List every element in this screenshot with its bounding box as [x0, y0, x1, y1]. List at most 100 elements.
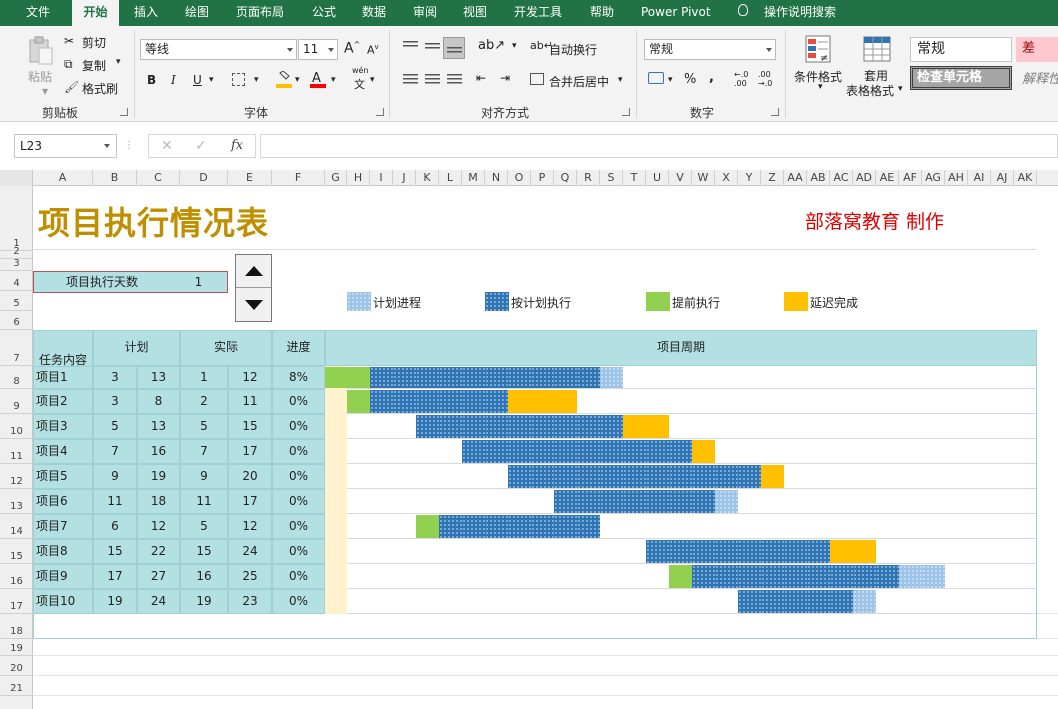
row-header[interactable]: 13	[0, 489, 33, 514]
column-header[interactable]: D	[180, 170, 228, 186]
tell-me-search[interactable]: 操作说明搜索	[764, 0, 836, 26]
orientation-dropdown-icon[interactable]: ▾	[512, 41, 517, 51]
days-value[interactable]: 1	[170, 271, 228, 293]
column-header[interactable]: AI	[968, 170, 991, 186]
row-header[interactable]: 5	[0, 291, 33, 311]
italic-button[interactable]: I	[171, 73, 176, 87]
worksheet-grid[interactable]: A B C D E F G H I J K L M N O P Q R S T U V W X Y Z AA AB AC AD AE AF AG…	[0, 170, 1058, 709]
row-header[interactable]: 19	[0, 639, 33, 656]
column-header[interactable]: AG	[922, 170, 945, 186]
row-header[interactable]: 9	[0, 389, 33, 414]
style-explanatory[interactable]: 解释性	[1022, 68, 1058, 87]
wrap-text-button[interactable]: 自动换行	[549, 41, 597, 58]
insert-function-button[interactable]: fx	[231, 138, 243, 153]
column-header[interactable]: M	[462, 170, 485, 186]
row-header[interactable]: 8	[0, 366, 33, 389]
currency-icon[interactable]	[648, 72, 664, 84]
merge-center-button[interactable]: 合并后居中	[549, 73, 609, 90]
phonetic-dropdown-icon[interactable]: ▾	[370, 75, 375, 85]
column-header[interactable]: X	[715, 170, 738, 186]
column-header[interactable]: H	[347, 170, 370, 186]
currency-dropdown-icon[interactable]: ▾	[668, 75, 673, 85]
decrease-decimal-button[interactable]: .00 →.0	[758, 70, 778, 88]
confirm-formula-icon[interactable]: ✓	[195, 138, 207, 154]
column-header[interactable]: I	[370, 170, 393, 186]
border-icon[interactable]	[232, 73, 245, 86]
tab-view[interactable]: 视图	[463, 0, 487, 26]
paste-label[interactable]: 粘贴	[28, 68, 52, 85]
format-painter-icon[interactable]: 🖌	[64, 80, 79, 94]
column-header[interactable]: L	[439, 170, 462, 186]
increase-decimal-button[interactable]: ←.0 .00	[734, 70, 754, 88]
row-header[interactable]: 14	[0, 514, 33, 539]
column-header[interactable]: N	[485, 170, 508, 186]
align-top-icon[interactable]	[403, 41, 418, 49]
align-left-icon[interactable]	[403, 74, 418, 86]
row-header[interactable]: 17	[0, 589, 33, 614]
grow-font-button[interactable]: A^	[344, 40, 360, 57]
percent-button[interactable]: %	[684, 72, 696, 87]
column-header[interactable]: T	[623, 170, 646, 186]
underline-button[interactable]: U	[193, 73, 202, 87]
column-header[interactable]: AC	[830, 170, 853, 186]
table-format-dropdown-icon[interactable]: ▾	[898, 84, 903, 94]
column-header[interactable]: V	[669, 170, 692, 186]
row-header[interactable]: 10	[0, 414, 33, 439]
row-header[interactable]: 12	[0, 464, 33, 489]
column-header[interactable]: K	[416, 170, 439, 186]
column-header[interactable]: E	[228, 170, 272, 186]
copy-icon[interactable]: ⧉	[64, 57, 73, 72]
orientation-icon[interactable]: ab↗	[478, 38, 505, 53]
column-header[interactable]: AB	[807, 170, 830, 186]
merge-dropdown-icon[interactable]: ▾	[618, 75, 623, 85]
tab-help[interactable]: 帮助	[590, 0, 614, 26]
conditional-format-dropdown-icon[interactable]: ▾	[818, 82, 823, 92]
border-dropdown-icon[interactable]: ▾	[254, 75, 259, 85]
tab-insert[interactable]: 插入	[134, 0, 158, 26]
font-size-select[interactable]: 11	[298, 39, 338, 60]
column-header[interactable]: A	[33, 170, 93, 186]
align-middle-icon[interactable]	[425, 43, 440, 51]
column-header[interactable]: B	[93, 170, 137, 186]
paste-icon[interactable]	[26, 36, 54, 66]
font-launcher-icon[interactable]	[376, 108, 384, 116]
align-center-icon[interactable]	[425, 74, 440, 86]
copy-dropdown-icon[interactable]: ▾	[116, 57, 121, 67]
column-header[interactable]: Y	[738, 170, 761, 186]
row-header[interactable]: 7	[0, 330, 33, 366]
column-header[interactable]: F	[272, 170, 325, 186]
merge-center-icon[interactable]	[530, 73, 544, 85]
tab-page-layout[interactable]: 页面布局	[236, 0, 284, 26]
align-right-icon[interactable]	[447, 74, 462, 86]
row-header[interactable]: 18	[0, 614, 33, 639]
align-bottom-button[interactable]	[443, 37, 465, 59]
tab-file[interactable]: 文件	[26, 0, 50, 26]
row-header[interactable]: 15	[0, 539, 33, 564]
tab-home[interactable]: 开始	[72, 0, 119, 26]
table-format-label-2[interactable]: 表格格式	[846, 82, 894, 99]
underline-dropdown-icon[interactable]: ▾	[209, 75, 214, 85]
select-all-corner[interactable]	[0, 170, 33, 186]
row-header[interactable]: 3	[0, 258, 33, 271]
comma-button[interactable]: ,	[709, 70, 714, 85]
row-header[interactable]: 11	[0, 439, 33, 464]
column-header[interactable]: AF	[899, 170, 922, 186]
phonetic-char[interactable]: 文	[354, 76, 365, 92]
tab-review[interactable]: 审阅	[413, 0, 437, 26]
column-header[interactable]: S	[600, 170, 623, 186]
table-format-icon[interactable]	[862, 34, 892, 66]
column-header[interactable]: AH	[945, 170, 968, 186]
cut-button[interactable]: 剪切	[82, 34, 106, 51]
style-bad[interactable]: 差	[1016, 37, 1058, 62]
day-spinner[interactable]	[235, 254, 272, 322]
cancel-formula-icon[interactable]: ✕	[161, 138, 173, 154]
style-check-cell[interactable]: 检查单元格	[910, 66, 1012, 90]
column-header[interactable]: AE	[876, 170, 899, 186]
row-header[interactable]: 4	[0, 271, 33, 291]
conditional-format-icon[interactable]: ≠	[804, 34, 834, 66]
bold-button[interactable]: B	[147, 73, 156, 87]
column-header[interactable]: W	[692, 170, 715, 186]
font-color-dropdown-icon[interactable]: ▾	[331, 75, 336, 85]
fill-color-icon[interactable]	[277, 70, 291, 82]
fill-dropdown-icon[interactable]: ▾	[295, 75, 300, 85]
